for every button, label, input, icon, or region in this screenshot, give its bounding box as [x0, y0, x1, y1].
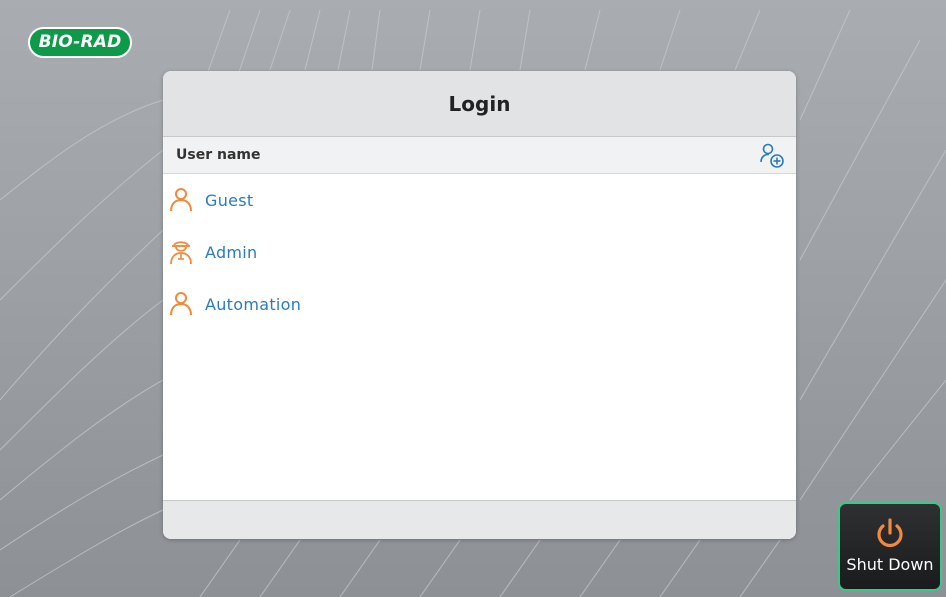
power-icon	[877, 518, 903, 548]
user-row-admin[interactable]: Admin	[163, 226, 796, 278]
login-header: Login	[163, 71, 796, 137]
user-name: Guest	[205, 190, 254, 210]
login-panel: Login User name Guest Admin Automation	[163, 71, 796, 539]
user-icon	[170, 292, 192, 316]
shut-down-button[interactable]: Shut Down	[838, 502, 942, 591]
admin-user-icon	[170, 241, 192, 265]
user-row-automation[interactable]: Automation	[163, 278, 796, 330]
login-screen: BIO-RAD Login User name Guest Admin Auto…	[0, 0, 946, 597]
add-user-icon[interactable]	[758, 142, 786, 170]
user-name: Admin	[205, 242, 258, 262]
user-list-header: User name	[163, 137, 796, 174]
user-list: Guest Admin Automation	[163, 174, 796, 500]
page-title: Login	[448, 91, 511, 116]
user-row-guest[interactable]: Guest	[163, 174, 796, 226]
user-name: Automation	[205, 294, 302, 314]
column-label-user-name: User name	[176, 147, 261, 163]
user-icon	[170, 188, 192, 212]
login-footer	[163, 500, 796, 539]
bio-rad-logo: BIO-RAD	[28, 27, 132, 58]
shut-down-label: Shut Down	[846, 555, 934, 574]
